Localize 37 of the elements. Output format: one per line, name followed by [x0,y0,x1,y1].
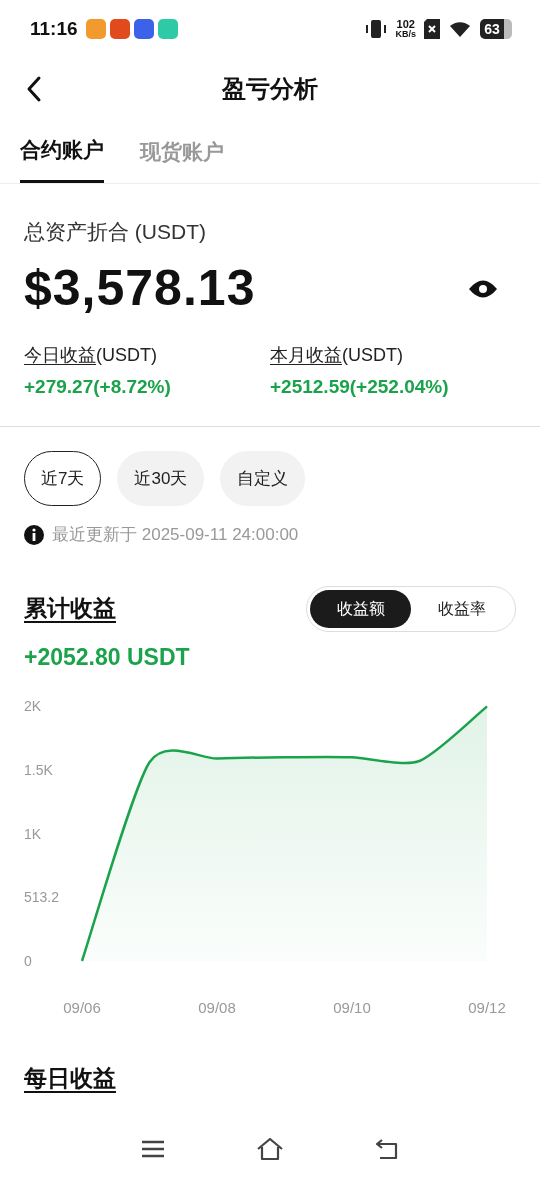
page-title: 盈亏分析 [222,74,318,104]
wifi-icon [448,19,472,39]
mode-option[interactable]: 收益率 [411,589,512,628]
total-assets-label: 总资产折合 (USDT) [24,218,207,245]
y-axis-label: 0 [24,953,32,969]
status-time: 11:16 [30,16,78,41]
vibrate-icon [365,18,388,40]
cumulative-amount: +2052.80 USDT [23,642,191,672]
period-chip[interactable]: 近30天 [117,450,205,506]
net-unit-text: KB/s [395,29,416,39]
earnings-label: 本月收益(USDT) [270,344,404,367]
daily-earnings-title: 每日收益 [23,1064,117,1093]
y-axis-label: 2K [24,698,42,714]
back-nav-icon[interactable] [374,1136,400,1161]
period-chip[interactable]: 近7天 [24,450,102,506]
y-axis-label: 513.2 [24,889,60,906]
info-icon [24,524,44,545]
earnings-value: +279.27(+8.72%) [24,375,172,399]
y-axis-label: 1K [24,825,42,842]
earnings-label: 今日收益(USDT) [24,344,158,367]
x-axis-label: 09/12 [468,999,506,1016]
sim-card-icon [424,19,440,39]
x-axis-label: 09/10 [333,999,371,1016]
battery-icon [504,19,512,39]
x-axis-label: 09/08 [198,999,236,1016]
earnings-value: +2512.59(+252.04%) [270,375,450,399]
battery-text: 63 [480,19,504,39]
period-chip[interactable]: 自定义 [220,450,306,506]
account-tab[interactable]: 合约账户 [20,120,104,183]
net-speed-text: 102 [396,19,415,29]
mode-option[interactable]: 收益额 [310,589,411,628]
total-assets-amount: $3,578.13 [24,259,256,318]
x-axis-label: 09/06 [63,999,101,1016]
cumulative-title: 累计收益 [24,594,116,624]
home-icon[interactable] [256,1136,284,1161]
y-axis-label: 1.5K [24,761,53,778]
update-time-note: 最近更新于 2025-09-11 24:00:00 [52,524,299,546]
